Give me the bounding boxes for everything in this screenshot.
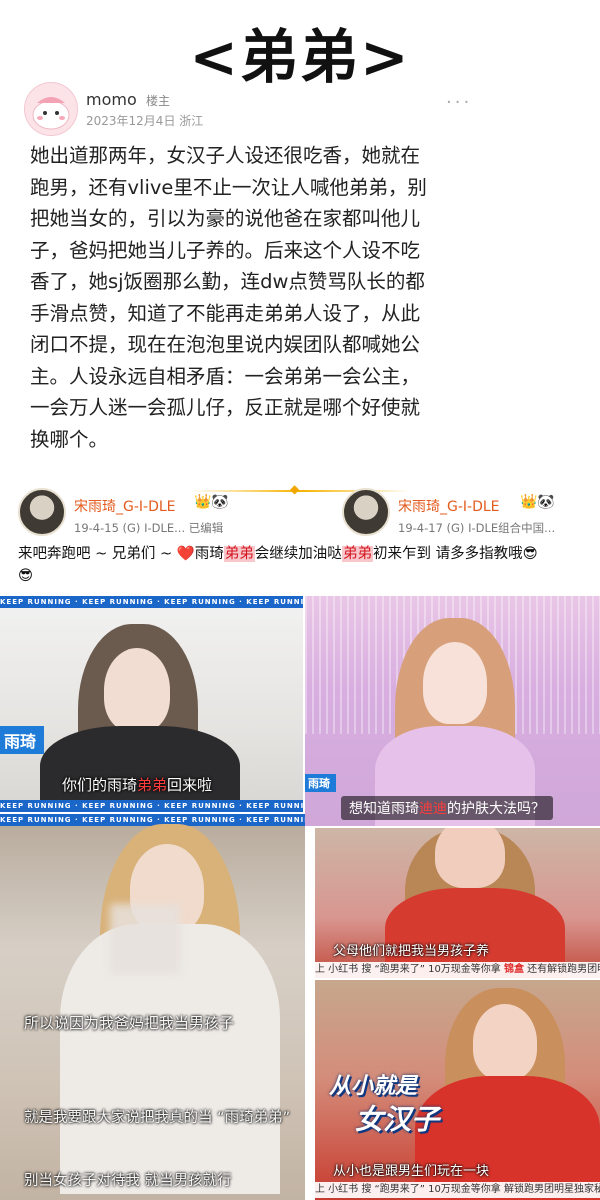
person-face <box>435 828 505 888</box>
weibo-text-part: 会继续加油哒 <box>254 546 342 562</box>
post-username[interactable]: momo <box>86 90 137 109</box>
keep-running-bar: KEEP RUNNING · KEEP RUNNING · KEEP RUNNI… <box>0 814 305 826</box>
user-avatar[interactable] <box>24 82 78 136</box>
weibo-text-part: 初来乍到 请多多指教哦😎 <box>373 546 538 562</box>
subtitle-highlight: 迪迪 <box>419 801 447 817</box>
post-body: 她出道那两年，女汉子人设还很吃香，她就在 跑男，还有vlive里不止一次让人喊他… <box>30 140 464 455</box>
post-line: 香了，她sj饭圈那么勤，连dw点赞骂队长的都 <box>30 270 425 293</box>
cartoon-avatar-icon <box>32 97 70 130</box>
weibo-post-right: 宋雨琦_G-I-DLE 👑🐼 19-4-17 (G) I-DLE组合中国... … <box>342 488 600 588</box>
blur-patch <box>110 904 180 974</box>
weibo-text-part: 来吧奔跑吧 ~ 兄弟们 ~ ❤️雨琦 <box>18 546 224 562</box>
sunglasses-emoji-icon: 😎 <box>18 568 34 584</box>
crown-panda-badge-icon: 👑🐼 <box>520 494 555 510</box>
subtitle: 所以说因为我爸妈把我当男孩子 <box>24 1014 235 1032</box>
keep-running-bar: KEEP RUNNING · KEEP RUNNING · KEEP RUNNI… <box>0 800 303 812</box>
subtitle: 父母他们就把我当男孩子养 <box>333 944 490 959</box>
post-line: 闭口不提，现在在泡泡里说内娱团队都喊她公 <box>30 333 421 356</box>
caption-title: 女汉子 <box>355 1103 440 1136</box>
name-tag: 雨琦 <box>305 774 336 792</box>
post-line: 手滑点赞，知道了不能再走弟弟人设了，从此 <box>30 301 421 325</box>
ticker-highlight: 锦盒 <box>503 964 524 975</box>
weibo-post-left: 宋雨琦_G-I-DLE 👑🐼 19-4-15 (G) I-DLE... 已编辑 … <box>18 488 342 588</box>
person-face <box>473 1004 537 1080</box>
ticker-part: 还有解锁跑男团明星独家秘籍 <box>527 964 600 975</box>
post-line: 主。人设永远自相矛盾：一会弟弟一会公主， <box>30 364 421 388</box>
weibo-meta: 19-4-17 (G) I-DLE组合中国... <box>398 521 556 535</box>
post-line: 一会万人迷一会孤儿仔，反正就是哪个好使就 <box>30 396 421 419</box>
post-meta: 2023年12月4日 浙江 <box>86 114 204 128</box>
post-line: 跑男，还有vlive里不止一次让人喊他弟弟，别 <box>30 175 427 199</box>
page-title: <弟弟> <box>189 23 411 91</box>
subtitle: 你们的雨琦弟弟回来啦 <box>62 774 212 795</box>
caption-title: 从小就是 <box>329 1074 418 1099</box>
promo-ticker: 上 小红书 搜 “跑男来了” 10万现金等你拿 锦盒 还有解锁跑男团明星独家秘籍 <box>315 962 600 978</box>
subtitle: 从小也是跟男生们玩在一块 <box>333 1164 490 1179</box>
subtitle: 就是我要跟大家说把我真的当 “雨琦弟弟” <box>24 1110 291 1126</box>
weibo-avatar[interactable] <box>18 488 66 536</box>
owner-badge: 楼主 <box>146 94 171 108</box>
video-still-3: KEEP RUNNING · KEEP RUNNING · KEEP RUNNI… <box>0 814 305 1200</box>
post-line: 她出道那两年，女汉子人设还很吃香，她就在 <box>30 144 421 167</box>
video-still-1: KEEP RUNNING · KEEP RUNNING · KEEP RUNNI… <box>0 596 303 812</box>
keep-running-bar: KEEP RUNNING · KEEP RUNNING · KEEP RUNNI… <box>0 596 303 608</box>
video-still-2: 雨琦 想知道雨琦迪迪的护肤大法吗？ <box>305 596 600 826</box>
post-line: 把她当女的，引以为豪的说他爸在家都叫他儿 <box>30 207 421 230</box>
weibo-username[interactable]: 宋雨琦_G-I-DLE <box>398 496 500 516</box>
subtitle-part: 你们的雨琦 <box>62 776 138 794</box>
subtitle-part: 想知道雨琦 <box>349 801 419 817</box>
video-still-4: 父母他们就把我当男孩子养 上 小红书 搜 “跑男来了” 10万现金等你拿 锦盒 … <box>315 828 600 978</box>
post-line: 换哪个。 <box>30 427 109 451</box>
person-face <box>423 642 487 724</box>
post-line: 子，爸妈把她当儿子养的。后来这个人设不吃 <box>30 238 421 262</box>
crown-panda-badge-icon: 👑🐼 <box>194 494 229 510</box>
weibo-text: 来吧奔跑吧 ~ 兄弟们 ~ ❤️雨琦弟弟会继续加油哒 😎 <box>18 543 342 587</box>
more-options-icon[interactable]: ··· <box>446 92 472 113</box>
subtitle: 别当女孩子对待我 就当男孩就行 <box>24 1173 232 1189</box>
highlight-word: 弟弟 <box>223 546 255 562</box>
subtitle-part: 回来啦 <box>167 776 213 794</box>
subtitle-part: 的护肤大法吗？ <box>447 801 545 817</box>
weibo-meta: 19-4-15 (G) I-DLE... 已编辑 <box>74 521 224 535</box>
ticker-part: 上 小红书 搜 “跑男来了” 10万现金等你拿 <box>315 964 504 975</box>
highlight-word: 弟弟 <box>342 546 373 562</box>
weibo-avatar[interactable] <box>342 488 390 536</box>
name-tag: 雨琦 <box>0 726 45 754</box>
promo-ticker: 上 小红书 搜 “跑男来了” 10万现金等你拿 解锁跑男团明星独家秘籍 <box>315 1182 600 1198</box>
subtitle: 想知道雨琦迪迪的护肤大法吗？ <box>341 796 553 820</box>
person-face <box>104 648 170 732</box>
video-still-5: 从小就是 女汉子 从小也是跟男生们玩在一块 上 小红书 搜 “跑男来了” 10万… <box>315 980 600 1200</box>
subtitle-highlight: 弟弟 <box>137 776 168 794</box>
weibo-text: 弟弟初来乍到 请多多指教哦😎 <box>342 543 538 565</box>
weibo-username[interactable]: 宋雨琦_G-I-DLE <box>74 496 176 516</box>
